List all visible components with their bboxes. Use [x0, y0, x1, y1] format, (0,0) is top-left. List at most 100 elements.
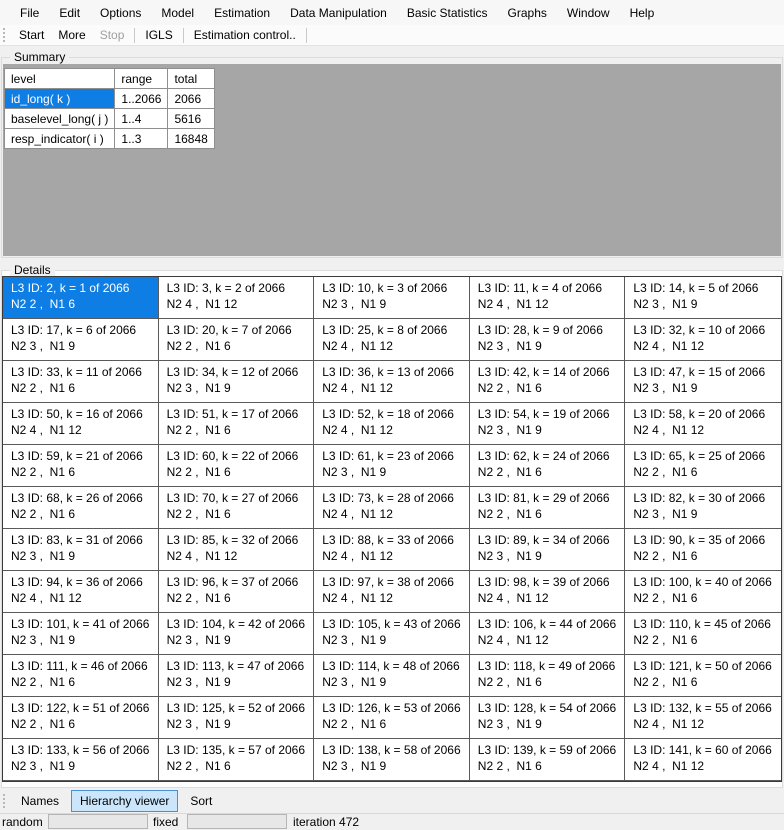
toolbar-grip-handle[interactable]	[3, 28, 7, 42]
toolbar-button-estimation-control[interactable]: Estimation control..	[187, 26, 303, 44]
tab-sort[interactable]: Sort	[181, 790, 221, 812]
hierarchy-cell-id-line: L3 ID: 52, k = 18 of 2066	[322, 406, 467, 422]
menu-item-estimation[interactable]: Estimation	[204, 2, 280, 24]
hierarchy-cell[interactable]: L3 ID: 122, k = 51 of 2066N2 2 , N1 6	[3, 697, 159, 739]
hierarchy-cell[interactable]: L3 ID: 89, k = 34 of 2066N2 3 , N1 9	[470, 529, 626, 571]
hierarchy-cell[interactable]: L3 ID: 97, k = 38 of 2066N2 4 , N1 12	[314, 571, 470, 613]
hierarchy-cell[interactable]: L3 ID: 88, k = 33 of 2066N2 4 , N1 12	[314, 529, 470, 571]
hierarchy-cell[interactable]: L3 ID: 101, k = 41 of 2066N2 3 , N1 9	[3, 613, 159, 655]
tab-hierarchy-viewer[interactable]: Hierarchy viewer	[71, 790, 178, 812]
hierarchy-cell[interactable]: L3 ID: 70, k = 27 of 2066N2 2 , N1 6	[159, 487, 315, 529]
hierarchy-cell[interactable]: L3 ID: 105, k = 43 of 2066N2 3 , N1 9	[314, 613, 470, 655]
hierarchy-cell-id-line: L3 ID: 118, k = 49 of 2066	[478, 658, 623, 674]
menu-item-file[interactable]: File	[10, 2, 49, 24]
hierarchy-cell[interactable]: L3 ID: 73, k = 28 of 2066N2 4 , N1 12	[314, 487, 470, 529]
hierarchy-cell[interactable]: L3 ID: 3, k = 2 of 2066N2 4 , N1 12	[159, 277, 315, 319]
hierarchy-cell[interactable]: L3 ID: 54, k = 19 of 2066N2 3 , N1 9	[470, 403, 626, 445]
hierarchy-cell[interactable]: L3 ID: 59, k = 21 of 2066N2 2 , N1 6	[3, 445, 159, 487]
hierarchy-cell[interactable]: L3 ID: 90, k = 35 of 2066N2 2 , N1 6	[625, 529, 781, 571]
hierarchy-cell[interactable]: L3 ID: 34, k = 12 of 2066N2 3 , N1 9	[159, 361, 315, 403]
hierarchy-cell[interactable]: L3 ID: 52, k = 18 of 2066N2 4 , N1 12	[314, 403, 470, 445]
hierarchy-cell-counts-line: N2 3 , N1 9	[633, 380, 779, 396]
hierarchy-cell-id-line: L3 ID: 105, k = 43 of 2066	[322, 616, 467, 632]
hierarchy-cell[interactable]: L3 ID: 141, k = 60 of 2066N2 4 , N1 12	[625, 739, 781, 781]
hierarchy-cell[interactable]: L3 ID: 85, k = 32 of 2066N2 4 , N1 12	[159, 529, 315, 571]
hierarchy-cell[interactable]: L3 ID: 14, k = 5 of 2066N2 3 , N1 9	[625, 277, 781, 319]
menu-item-options[interactable]: Options	[90, 2, 151, 24]
menu-item-graphs[interactable]: Graphs	[498, 2, 557, 24]
hierarchy-cell[interactable]: L3 ID: 65, k = 25 of 2066N2 2 , N1 6	[625, 445, 781, 487]
hierarchy-cell[interactable]: L3 ID: 100, k = 40 of 2066N2 2 , N1 6	[625, 571, 781, 613]
hierarchy-cell[interactable]: L3 ID: 98, k = 39 of 2066N2 4 , N1 12	[470, 571, 626, 613]
hierarchy-cell[interactable]: L3 ID: 36, k = 13 of 2066N2 4 , N1 12	[314, 361, 470, 403]
menu-item-model[interactable]: Model	[151, 2, 204, 24]
hierarchy-cell[interactable]: L3 ID: 114, k = 48 of 2066N2 3 , N1 9	[314, 655, 470, 697]
hierarchy-cell[interactable]: L3 ID: 33, k = 11 of 2066N2 2 , N1 6	[3, 361, 159, 403]
summary-table-row: id_long( k )1..20662066	[5, 89, 215, 109]
hierarchy-cell[interactable]: L3 ID: 133, k = 56 of 2066N2 3 , N1 9	[3, 739, 159, 781]
hierarchy-cell[interactable]: L3 ID: 50, k = 16 of 2066N2 4 , N1 12	[3, 403, 159, 445]
hierarchy-cell[interactable]: L3 ID: 113, k = 47 of 2066N2 3 , N1 9	[159, 655, 315, 697]
hierarchy-cell[interactable]: L3 ID: 125, k = 52 of 2066N2 3 , N1 9	[159, 697, 315, 739]
hierarchy-cell[interactable]: L3 ID: 58, k = 20 of 2066N2 4 , N1 12	[625, 403, 781, 445]
hierarchy-cell[interactable]: L3 ID: 139, k = 59 of 2066N2 2 , N1 6	[470, 739, 626, 781]
hierarchy-cell[interactable]: L3 ID: 2, k = 1 of 2066N2 2 , N1 6	[3, 277, 159, 319]
hierarchy-cell-id-line: L3 ID: 10, k = 3 of 2066	[322, 280, 467, 296]
hierarchy-cell[interactable]: L3 ID: 32, k = 10 of 2066N2 4 , N1 12	[625, 319, 781, 361]
hierarchy-cell[interactable]: L3 ID: 82, k = 30 of 2066N2 3 , N1 9	[625, 487, 781, 529]
hierarchy-cell[interactable]: L3 ID: 17, k = 6 of 2066N2 3 , N1 9	[3, 319, 159, 361]
menu-item-window[interactable]: Window	[557, 2, 620, 24]
hierarchy-cell-counts-line: N2 2 , N1 6	[167, 422, 312, 438]
summary-level-cell[interactable]: id_long( k )	[5, 89, 115, 109]
hierarchy-cell[interactable]: L3 ID: 62, k = 24 of 2066N2 2 , N1 6	[470, 445, 626, 487]
hierarchy-cell[interactable]: L3 ID: 10, k = 3 of 2066N2 3 , N1 9	[314, 277, 470, 319]
hierarchy-cell[interactable]: L3 ID: 94, k = 36 of 2066N2 4 , N1 12	[3, 571, 159, 613]
hierarchy-cell[interactable]: L3 ID: 20, k = 7 of 2066N2 2 , N1 6	[159, 319, 315, 361]
summary-level-cell[interactable]: baselevel_long( j )	[5, 109, 115, 129]
hierarchy-cell[interactable]: L3 ID: 47, k = 15 of 2066N2 3 , N1 9	[625, 361, 781, 403]
hierarchy-cell[interactable]: L3 ID: 118, k = 49 of 2066N2 2 , N1 6	[470, 655, 626, 697]
hierarchy-cell[interactable]: L3 ID: 60, k = 22 of 2066N2 2 , N1 6	[159, 445, 315, 487]
toolbar-button-more[interactable]: More	[51, 26, 92, 44]
hierarchy-cell[interactable]: L3 ID: 128, k = 54 of 2066N2 3 , N1 9	[470, 697, 626, 739]
hierarchy-cell-id-line: L3 ID: 34, k = 12 of 2066	[167, 364, 312, 380]
hierarchy-cell[interactable]: L3 ID: 135, k = 57 of 2066N2 2 , N1 6	[159, 739, 315, 781]
hierarchy-cell[interactable]: L3 ID: 138, k = 58 of 2066N2 3 , N1 9	[314, 739, 470, 781]
hierarchy-cell[interactable]: L3 ID: 28, k = 9 of 2066N2 3 , N1 9	[470, 319, 626, 361]
hierarchy-cell-counts-line: N2 2 , N1 6	[633, 632, 779, 648]
hierarchy-cell[interactable]: L3 ID: 132, k = 55 of 2066N2 4 , N1 12	[625, 697, 781, 739]
hierarchy-cell[interactable]: L3 ID: 121, k = 50 of 2066N2 2 , N1 6	[625, 655, 781, 697]
hierarchy-cell[interactable]: L3 ID: 25, k = 8 of 2066N2 4 , N1 12	[314, 319, 470, 361]
hierarchy-cell[interactable]: L3 ID: 106, k = 44 of 2066N2 4 , N1 12	[470, 613, 626, 655]
hierarchy-cell[interactable]: L3 ID: 110, k = 45 of 2066N2 2 , N1 6	[625, 613, 781, 655]
tabbar-grip-handle[interactable]	[3, 794, 7, 808]
menu-item-basic-statistics[interactable]: Basic Statistics	[397, 2, 498, 24]
hierarchy-cell[interactable]: L3 ID: 104, k = 42 of 2066N2 3 , N1 9	[159, 613, 315, 655]
hierarchy-cell[interactable]: L3 ID: 51, k = 17 of 2066N2 2 , N1 6	[159, 403, 315, 445]
menu-item-help[interactable]: Help	[620, 2, 665, 24]
toolbar-button-igls[interactable]: IGLS	[138, 26, 179, 44]
hierarchy-cell-counts-line: N2 2 , N1 6	[11, 380, 156, 396]
hierarchy-cell-counts-line: N2 3 , N1 9	[322, 674, 467, 690]
hierarchy-cell[interactable]: L3 ID: 81, k = 29 of 2066N2 2 , N1 6	[470, 487, 626, 529]
hierarchy-cell[interactable]: L3 ID: 61, k = 23 of 2066N2 3 , N1 9	[314, 445, 470, 487]
hierarchy-cell[interactable]: L3 ID: 126, k = 53 of 2066N2 2 , N1 6	[314, 697, 470, 739]
hierarchy-cell[interactable]: L3 ID: 68, k = 26 of 2066N2 2 , N1 6	[3, 487, 159, 529]
menu-item-edit[interactable]: Edit	[49, 2, 90, 24]
summary-level-cell[interactable]: resp_indicator( i )	[5, 129, 115, 149]
hierarchy-cell[interactable]: L3 ID: 11, k = 4 of 2066N2 4 , N1 12	[470, 277, 626, 319]
summary-canvas: levelrangetotal id_long( k )1..20662066b…	[3, 64, 781, 256]
hierarchy-cell-id-line: L3 ID: 81, k = 29 of 2066	[478, 490, 623, 506]
hierarchy-cell[interactable]: L3 ID: 111, k = 46 of 2066N2 2 , N1 6	[3, 655, 159, 697]
tab-names[interactable]: Names	[12, 790, 68, 812]
hierarchy-cell-counts-line: N2 4 , N1 12	[633, 338, 779, 354]
hierarchy-cell[interactable]: L3 ID: 96, k = 37 of 2066N2 2 , N1 6	[159, 571, 315, 613]
hierarchy-cell-counts-line: N2 4 , N1 12	[322, 590, 467, 606]
hierarchy-cell[interactable]: L3 ID: 83, k = 31 of 2066N2 3 , N1 9	[3, 529, 159, 571]
hierarchy-cell-counts-line: N2 3 , N1 9	[322, 632, 467, 648]
menu-item-data-manipulation[interactable]: Data Manipulation	[280, 2, 397, 24]
toolbar-button-start[interactable]: Start	[12, 26, 51, 44]
hierarchy-cell-counts-line: N2 3 , N1 9	[11, 548, 156, 564]
hierarchy-cell-id-line: L3 ID: 126, k = 53 of 2066	[322, 700, 467, 716]
hierarchy-cell[interactable]: L3 ID: 42, k = 14 of 2066N2 2 , N1 6	[470, 361, 626, 403]
